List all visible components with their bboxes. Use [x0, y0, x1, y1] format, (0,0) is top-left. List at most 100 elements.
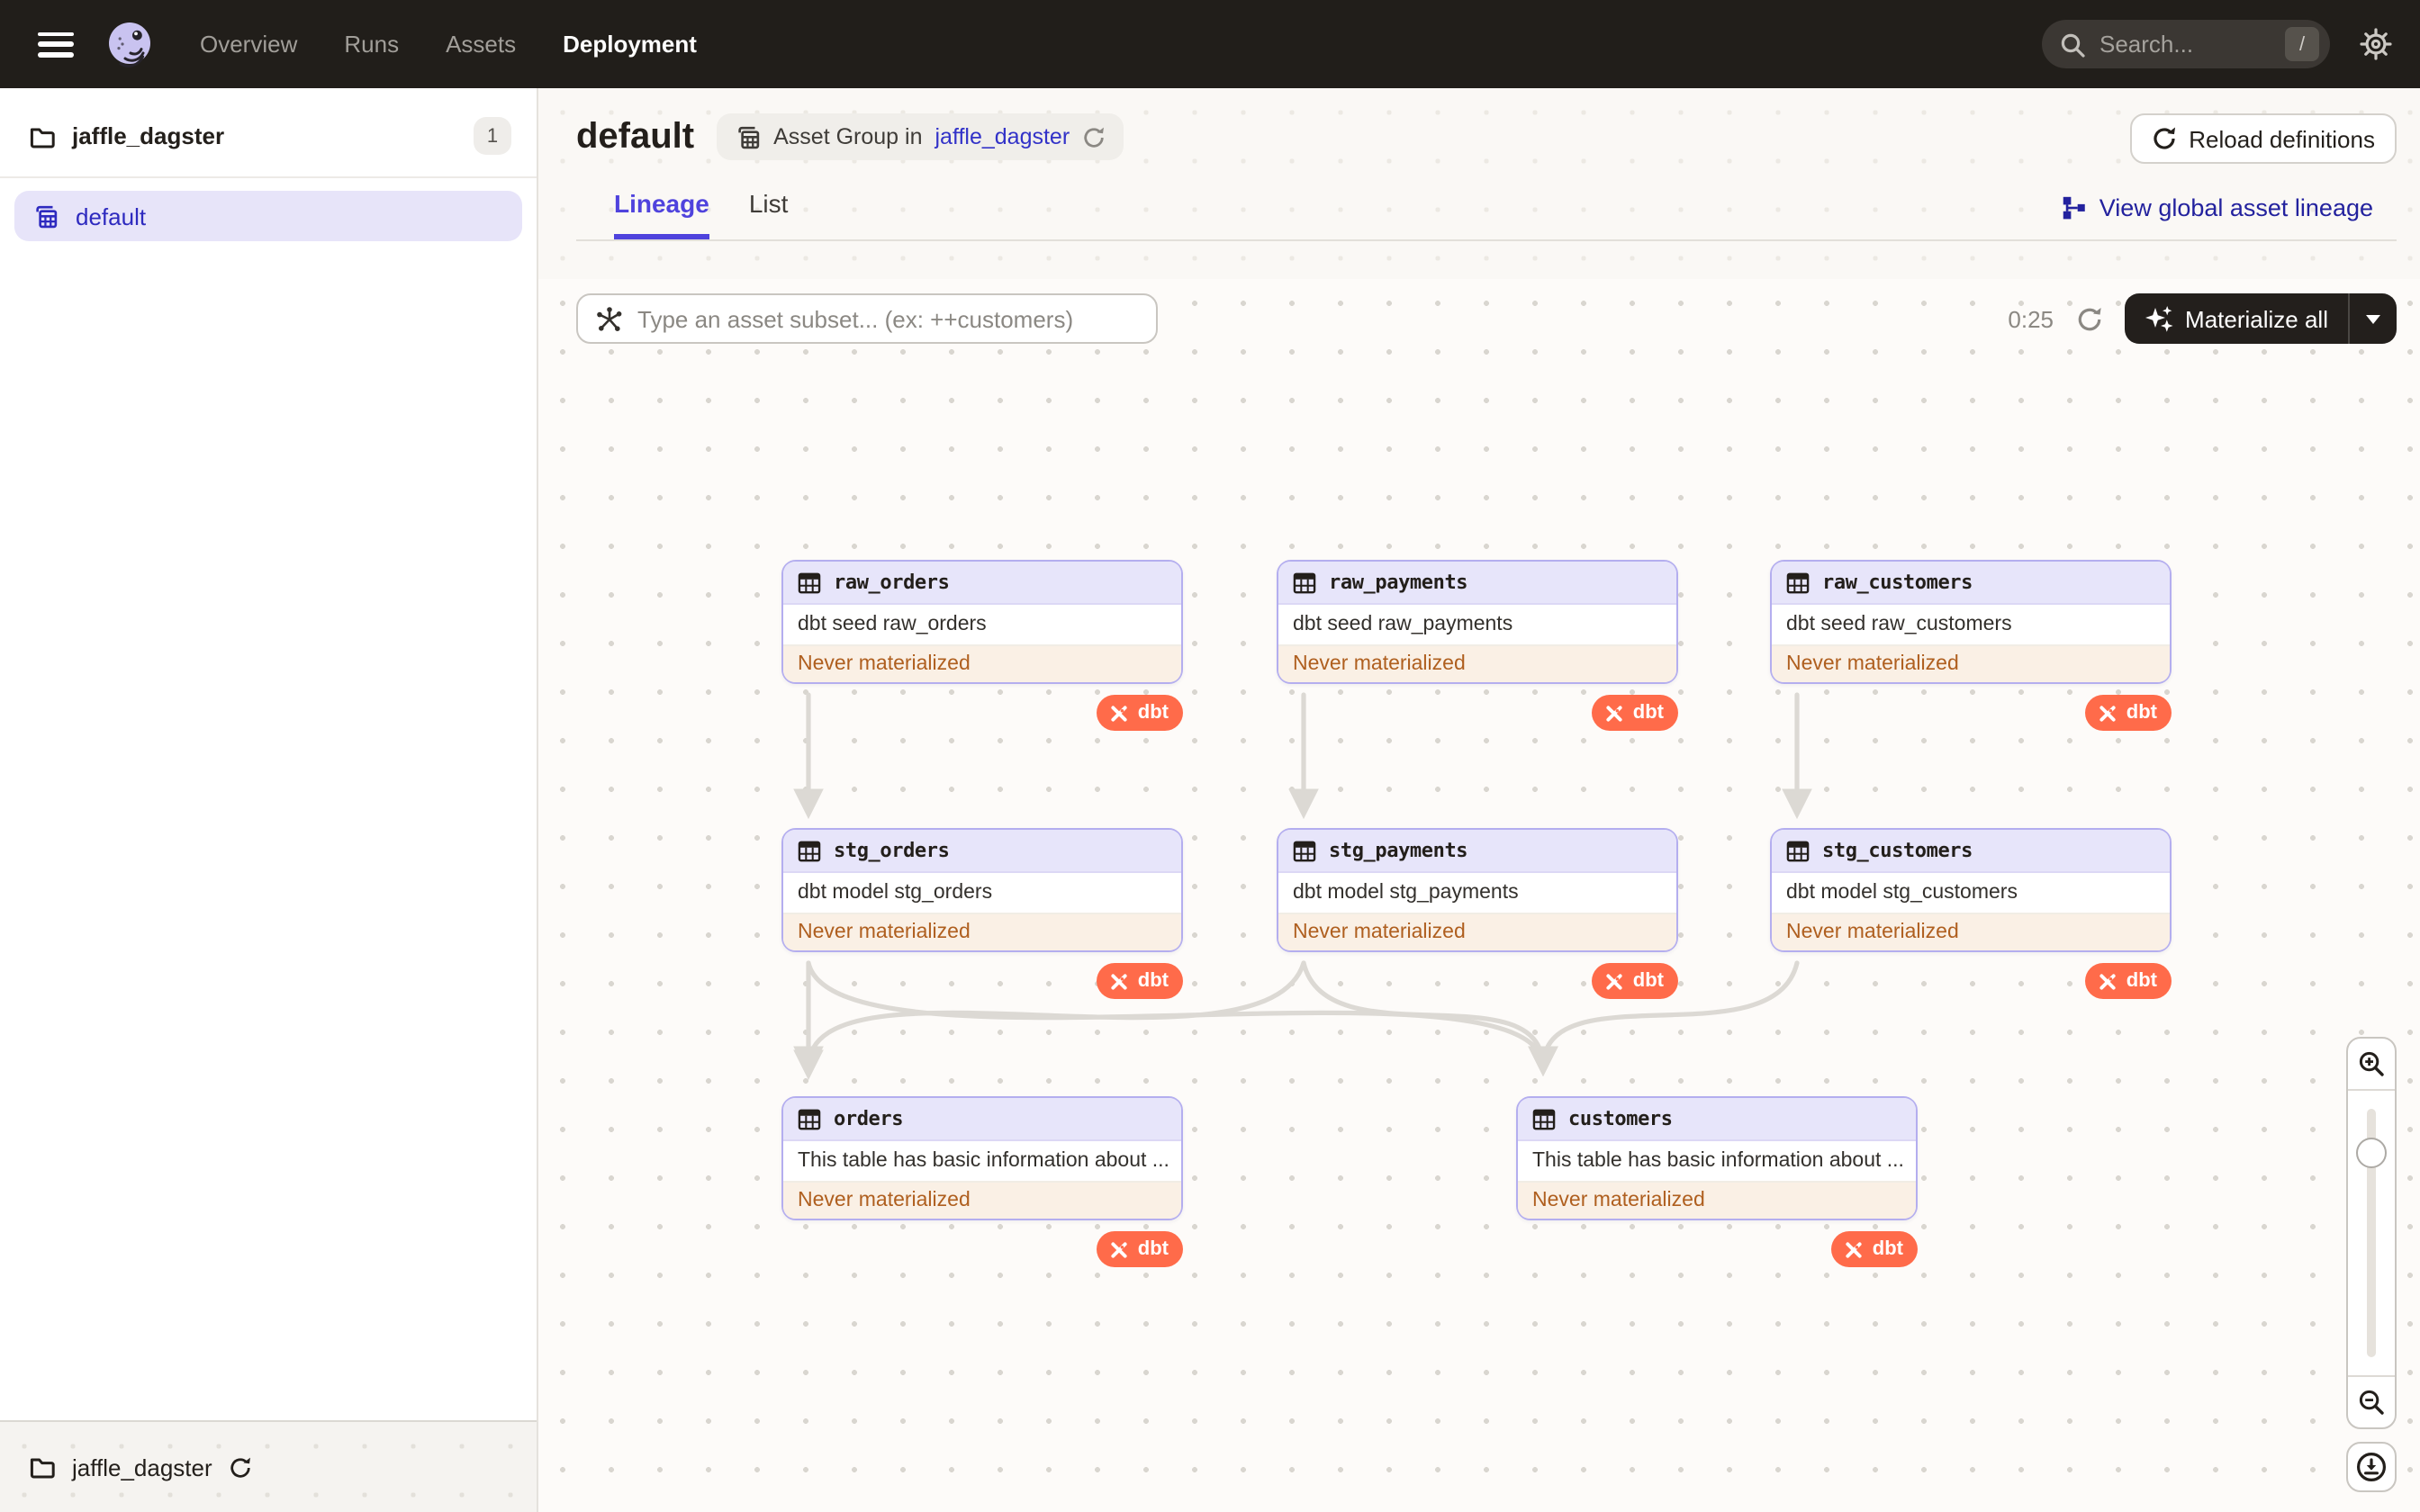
repo-name: jaffle_dagster: [72, 122, 225, 149]
asset-sidebar: jaffle_dagster 1 default jaffle_dagster: [0, 88, 538, 1512]
asset-node-stg-orders[interactable]: stg_orders dbt model stg_orders Never ma…: [781, 828, 1183, 999]
dbt-logo-icon: [2099, 705, 2116, 721]
asset-group-icon: [36, 204, 58, 228]
nav-deployment[interactable]: Deployment: [563, 31, 697, 58]
zoom-slider-thumb[interactable]: [2356, 1138, 2387, 1168]
sidebar-repo-row[interactable]: jaffle_dagster 1: [0, 88, 537, 178]
search-input[interactable]: [2099, 31, 2271, 58]
dbt-badge: dbt: [1096, 695, 1183, 731]
tab-list[interactable]: List: [749, 189, 789, 239]
reload-definitions-button[interactable]: Reload definitions: [2129, 113, 2397, 164]
graph-filter-icon: [597, 306, 622, 330]
dbt-badge: dbt: [1591, 963, 1678, 999]
refresh-graph-icon[interactable]: [2075, 305, 2102, 332]
nav-assets[interactable]: Assets: [446, 31, 516, 58]
asset-name: stg_orders: [834, 839, 950, 862]
asset-group-icon: [737, 125, 759, 148]
reload-label: Reload definitions: [2189, 125, 2375, 152]
group-label: default: [76, 202, 147, 230]
dbt-logo-icon: [1111, 705, 1127, 721]
asset-status: Never materialized: [783, 914, 1181, 950]
asset-status: Never materialized: [1518, 1183, 1916, 1219]
asset-description: dbt model stg_customers: [1772, 873, 2170, 914]
asset-name: stg_payments: [1329, 839, 1468, 862]
asset-status: Never materialized: [1772, 646, 2170, 682]
dbt-logo-icon: [1111, 1241, 1127, 1257]
badge-repo-link[interactable]: jaffle_dagster: [935, 124, 1070, 149]
dbt-logo-icon: [1606, 973, 1622, 989]
refresh-timer: 0:25: [2008, 305, 2054, 332]
asset-status: Never materialized: [1278, 914, 1676, 950]
asset-name: raw_customers: [1822, 571, 1973, 594]
table-icon: [1786, 840, 1810, 861]
asset-subset-input[interactable]: [637, 305, 1138, 332]
hamburger-menu-icon[interactable]: [38, 32, 74, 57]
dbt-badge-label: dbt: [1137, 702, 1169, 724]
top-nav: Overview Runs Assets Deployment /: [0, 0, 2420, 88]
asset-node-raw-payments[interactable]: raw_payments dbt seed raw_payments Never…: [1277, 560, 1678, 731]
dbt-badge: dbt: [2084, 963, 2172, 999]
dbt-badge: dbt: [2084, 695, 2172, 731]
view-global-asset-lineage-link[interactable]: View global asset lineage: [2060, 194, 2373, 221]
tabs: Lineage List View global asset lineage: [614, 189, 2373, 239]
zoom-out-button[interactable]: [2348, 1377, 2395, 1427]
dbt-logo-icon: [1846, 1241, 1862, 1257]
materialize-all-button[interactable]: Materialize all: [2124, 293, 2397, 344]
asset-name: customers: [1568, 1107, 1673, 1130]
gear-icon[interactable]: [2359, 27, 2393, 61]
global-search[interactable]: /: [2042, 20, 2330, 68]
tab-lineage[interactable]: Lineage: [614, 189, 709, 239]
table-icon: [798, 572, 821, 593]
sidebar-item-default-group[interactable]: default: [14, 191, 522, 241]
lineage-graph-pane[interactable]: 0:25 Materialize all: [538, 279, 2420, 1512]
dbt-badge-label: dbt: [1872, 1238, 1903, 1260]
materialize-dropdown-button[interactable]: [2350, 293, 2397, 344]
dbt-logo-icon: [2099, 973, 2116, 989]
reload-icon: [2153, 127, 2175, 149]
dagster-app: Overview Runs Assets Deployment /: [0, 0, 2420, 1512]
lineage-graph-icon: [2063, 196, 2085, 220]
zoom-controls: [2346, 1037, 2397, 1429]
refresh-icon[interactable]: [1082, 125, 1106, 148]
table-icon: [1532, 1108, 1556, 1130]
asset-status: Never materialized: [783, 1183, 1181, 1219]
global-lineage-label: View global asset lineage: [2099, 194, 2373, 221]
asset-status: Never materialized: [783, 646, 1181, 682]
sidebar-footer: jaffle_dagster: [0, 1420, 537, 1512]
search-icon: [2061, 32, 2085, 57]
asset-node-stg-customers[interactable]: stg_customers dbt model stg_customers Ne…: [1770, 828, 2172, 999]
download-icon: [2357, 1453, 2386, 1481]
dbt-badge-label: dbt: [2126, 702, 2157, 724]
asset-node-raw-orders[interactable]: raw_orders dbt seed raw_orders Never mat…: [781, 560, 1183, 731]
asset-node-customers[interactable]: customers This table has basic informati…: [1516, 1096, 1918, 1267]
nav-runs[interactable]: Runs: [344, 31, 399, 58]
table-icon: [798, 1108, 821, 1130]
asset-name: raw_payments: [1329, 571, 1468, 594]
dbt-badge: dbt: [1096, 963, 1183, 999]
dbt-badge-label: dbt: [1632, 970, 1664, 992]
zoom-in-button[interactable]: [2348, 1039, 2395, 1089]
asset-subset-filter[interactable]: [576, 293, 1158, 344]
asset-description: dbt model stg_payments: [1278, 873, 1676, 914]
asset-status: Never materialized: [1772, 914, 2170, 950]
zoom-in-icon: [2359, 1051, 2384, 1076]
materialize-label: Materialize all: [2185, 305, 2328, 332]
asset-name: orders: [834, 1107, 904, 1130]
asset-node-stg-payments[interactable]: stg_payments dbt model stg_payments Neve…: [1277, 828, 1678, 999]
table-icon: [1293, 840, 1316, 861]
dbt-badge-label: dbt: [1632, 702, 1664, 724]
nav-overview[interactable]: Overview: [200, 31, 297, 58]
asset-node-raw-customers[interactable]: raw_customers dbt seed raw_customers Nev…: [1770, 560, 2172, 731]
folder-icon: [30, 127, 55, 148]
asset-name: raw_orders: [834, 571, 950, 594]
footer-repo-name: jaffle_dagster: [72, 1454, 212, 1480]
dbt-badge: dbt: [1096, 1231, 1183, 1267]
dagster-logo[interactable]: [103, 17, 157, 71]
badge-text: Asset Group in: [773, 124, 923, 149]
main-panel: default Asset Group in jaffle_dagster Re…: [538, 88, 2420, 1512]
dbt-badge-label: dbt: [2126, 970, 2157, 992]
asset-node-orders[interactable]: orders This table has basic information …: [781, 1096, 1183, 1267]
reload-repo-icon[interactable]: [229, 1455, 252, 1479]
sparkles-icon: [2145, 306, 2172, 332]
download-graph-button[interactable]: [2346, 1442, 2397, 1492]
